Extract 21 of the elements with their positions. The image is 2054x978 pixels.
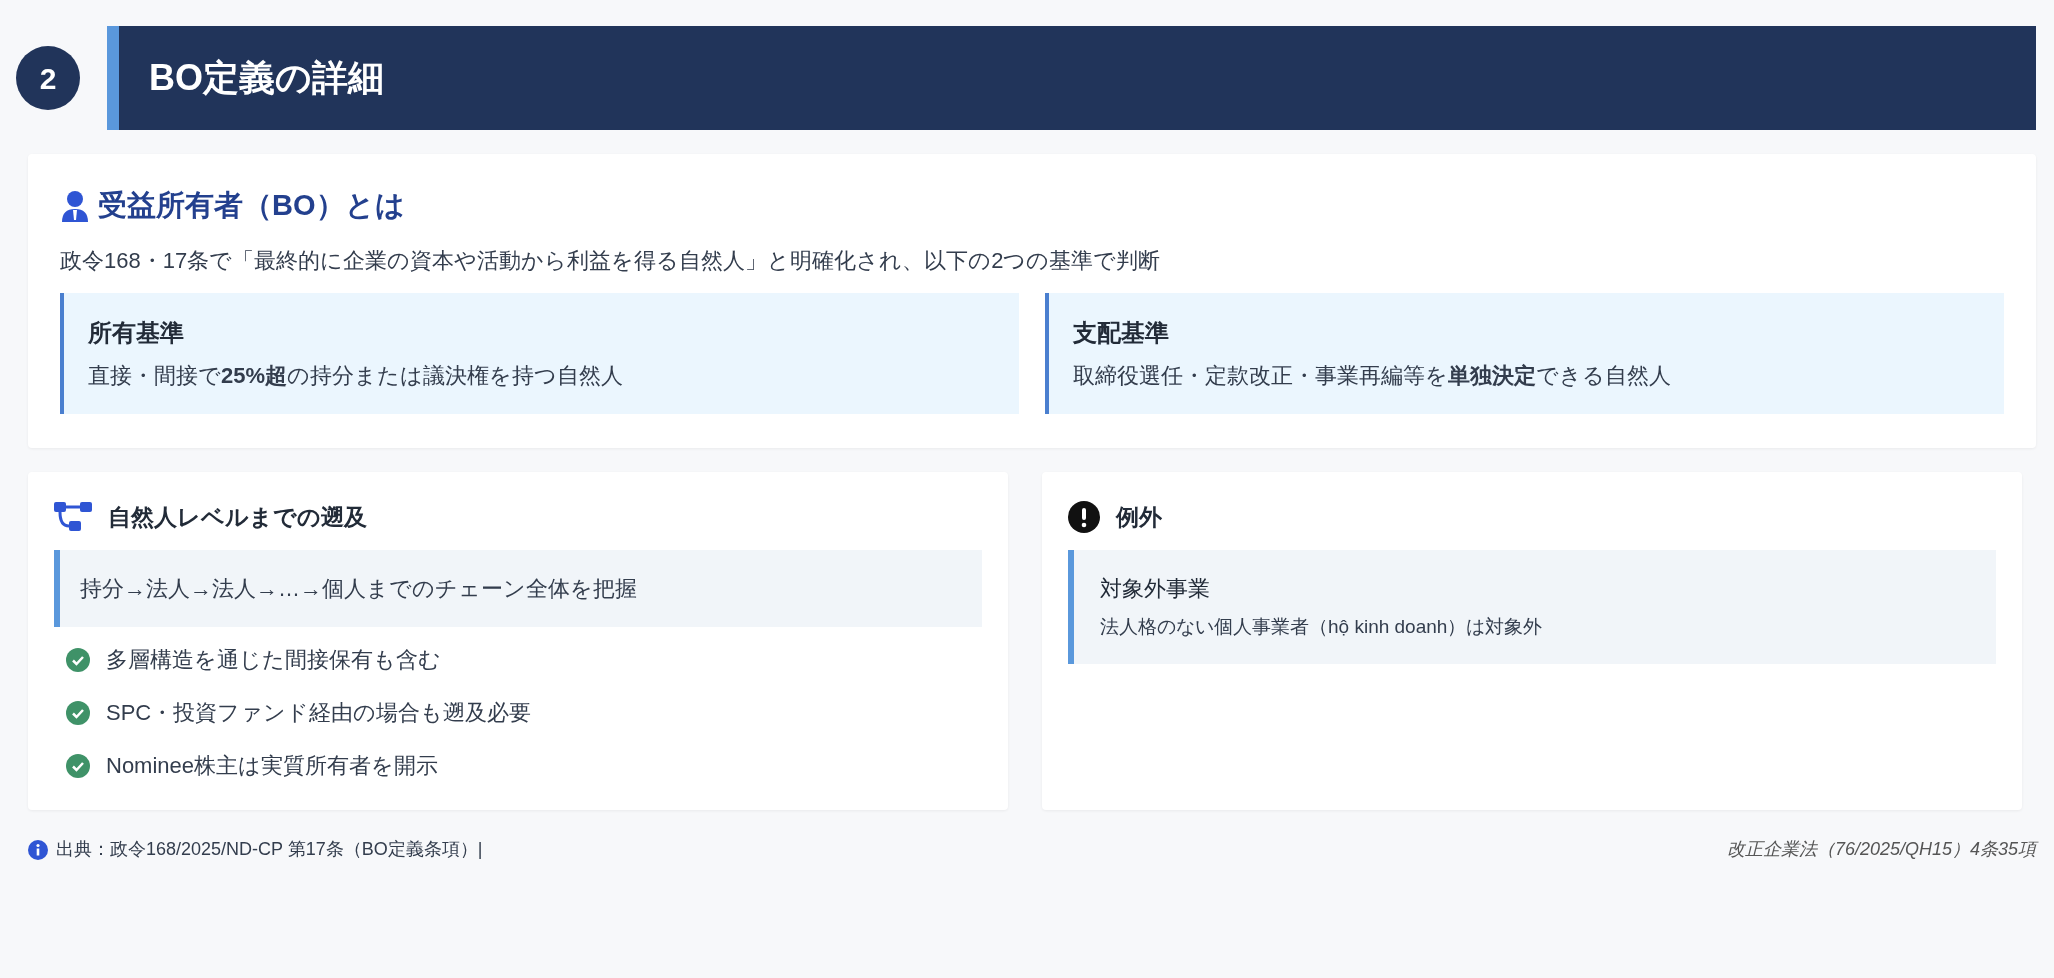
criterion-title: 支配基準 [1073,317,1170,348]
exception-text: 法人格のない個人事業者（hộ kinh doanh）は対象外 [1100,615,1544,639]
card-heading: 例外 [1116,502,1162,532]
point-text: 多層構造を通じた間接保有も含む [106,646,441,674]
criterion-title: 所有基準 [88,317,185,348]
chain-note: 持分→法人→法人→…→個人までのチェーン全体を把握 [54,550,982,627]
criterion-text: 直接・間接で25%超の持分または議決権を持つ自然人 [88,361,625,390]
exclamation-icon [1068,500,1100,533]
hierarchy-icon [54,501,92,532]
definition-text: 政令168・17条で「最終的に企業の資本や活動から利益を得る自然人」と明確化され、以下の2つの基準で判断 [60,246,1162,275]
point-text: SPC・投資ファンド経由の場合も遡及必要 [106,699,532,727]
source-note: 出典：政令168/2025/ND-CP 第17条（BO定義条項）| [56,838,483,861]
exception-title: 対象外事業 [1100,575,1211,603]
card-heading: 自然人レベルまでの遡及 [108,502,367,532]
point-text: Nominee株主は実質所有者を開示 [106,752,439,780]
person-icon [60,189,90,222]
criterion-text: 取締役選任・定款改正・事業再編等を単独決定できる自然人 [1073,361,1672,390]
info-icon [28,839,48,860]
section-number: 2 [16,46,80,110]
section-title: BO定義の詳細 [107,26,2036,130]
card-heading: 受益所有者（BO）とは [98,188,405,223]
